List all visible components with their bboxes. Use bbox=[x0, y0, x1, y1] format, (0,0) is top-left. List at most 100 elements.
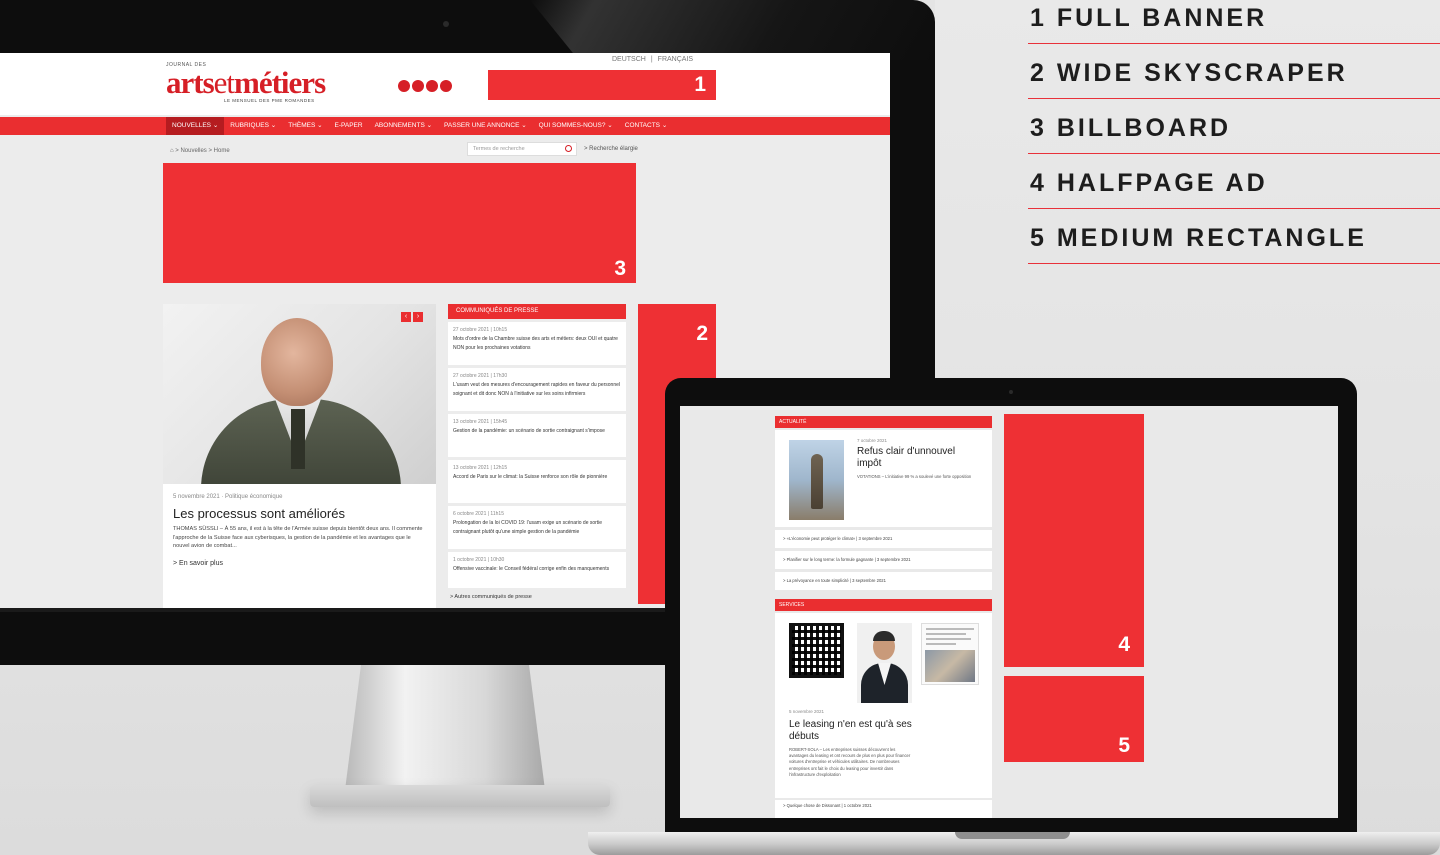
photo-person-tie bbox=[291, 409, 305, 469]
featured-article[interactable]: ‹ › 5 novembre 2021 · Politique économiq… bbox=[163, 304, 436, 608]
legend-item: 1 FULL BANNER bbox=[1028, 0, 1440, 44]
portrait-photo bbox=[857, 623, 912, 703]
legend-label: 3 BILLBOARD bbox=[1030, 114, 1232, 142]
press-text: Mots d'ordre de la Chambre suisse des ar… bbox=[453, 335, 618, 351]
search-placeholder: Termes de recherche bbox=[473, 146, 525, 152]
press-item[interactable]: 13 octobre 2021 | 15h45 Gestion de la pan… bbox=[448, 414, 626, 457]
legend-label: 1 FULL BANNER bbox=[1030, 4, 1268, 32]
legend-item: 5 MEDIUM RECTANGLE bbox=[1028, 209, 1440, 264]
press-date: 13 octobre 2021 | 15h45 bbox=[453, 419, 508, 425]
nav-item-rubriques[interactable]: RUBRIQUES ⌄ bbox=[224, 117, 282, 135]
lang-de-link[interactable]: DEUTSCH bbox=[612, 56, 646, 63]
services-link[interactable]: > Quelque chose de Dissonant | 1 octobre… bbox=[775, 800, 992, 818]
legend-item: 4 HALFPAGE AD bbox=[1028, 154, 1440, 209]
document-thumbnail bbox=[921, 623, 979, 685]
nav-item-qui-sommes-nous[interactable]: QUI SOMMES-NOUS? ⌄ bbox=[533, 117, 619, 135]
actu-link[interactable]: > Planifier sur le long terme: la formul… bbox=[775, 551, 992, 569]
search-icon[interactable] bbox=[565, 145, 572, 152]
ad-format-legend: 1 FULL BANNER 2 WIDE SKYSCRAPER 3 BILLBO… bbox=[1028, 0, 1440, 264]
laptop-notch bbox=[955, 832, 1070, 839]
portrait-hair bbox=[873, 631, 895, 641]
press-date: 6 octobre 2021 | 11h15 bbox=[453, 511, 504, 517]
press-text: L'usam veut des mesures d'encouragement … bbox=[453, 381, 621, 397]
actu-excerpt: VOTATIONS – L'initiative 99 % a soulevé … bbox=[857, 474, 972, 479]
read-more-link[interactable]: > En savoir plus bbox=[173, 560, 223, 567]
press-item[interactable]: 27 octobre 2021 | 17h30 L'usam veut des m… bbox=[448, 368, 626, 411]
press-more-link[interactable]: > Autres communiqués de presse bbox=[448, 594, 626, 600]
monitor-stand bbox=[345, 665, 545, 790]
monitor-foot bbox=[310, 785, 610, 807]
press-item[interactable]: 6 octobre 2021 | 11h15 Prolongation de la… bbox=[448, 506, 626, 549]
slider-prev-button[interactable]: ‹ bbox=[401, 312, 411, 322]
medium-rectangle-ad[interactable]: 5 bbox=[1004, 676, 1144, 762]
actu-link[interactable]: > La prévoyance en toute simplicité | 3 … bbox=[775, 572, 992, 590]
site-logo[interactable]: JOURNAL DES artsetmétiers LE MENSUEL DES… bbox=[166, 62, 326, 103]
logo-tagline: LE MENSUEL DES PME ROMANDES bbox=[224, 98, 315, 103]
nav-item-epaper[interactable]: E-PAPER bbox=[329, 117, 369, 135]
nav-item-abonnements[interactable]: ABONNEMENTS ⌄ bbox=[369, 117, 438, 135]
photo-person-head bbox=[261, 318, 333, 406]
press-date: 13 octobre 2021 | 12h15 bbox=[453, 465, 508, 471]
ad-number-1: 1 bbox=[694, 73, 706, 96]
nav-item-nouvelles[interactable]: NOUVELLES ⌄ bbox=[166, 117, 225, 135]
camera-icon bbox=[443, 21, 449, 27]
language-switch: DEUTSCH | FRANÇAIS bbox=[612, 56, 693, 63]
press-item[interactable]: 27 octobre 2021 | 10h15 Mots d'ordre de l… bbox=[448, 322, 626, 365]
actu-heading: ACTUALITÉ bbox=[775, 416, 992, 428]
search-input[interactable]: Termes de recherche bbox=[467, 142, 577, 156]
slider-next-button[interactable]: › bbox=[413, 312, 423, 322]
ad-number-5: 5 bbox=[1118, 734, 1130, 757]
ad-number-2: 2 bbox=[696, 322, 708, 345]
document-image bbox=[925, 650, 975, 682]
legend-label: 2 WIDE SKYSCRAPER bbox=[1030, 59, 1348, 87]
featured-meta: 5 novembre 2021 · Politique économique bbox=[173, 494, 283, 500]
lang-separator: | bbox=[650, 56, 653, 63]
services-heading: SERVICES bbox=[775, 599, 992, 611]
press-date: 1 octobre 2021 | 10h30 bbox=[453, 557, 505, 563]
press-text: Accord de Paris sur le climat: la Suisse… bbox=[453, 473, 608, 480]
legend-label: 5 MEDIUM RECTANGLE bbox=[1030, 224, 1367, 252]
site-header: JOURNAL DES artsetmétiers LE MENSUEL DES… bbox=[0, 53, 890, 115]
featured-excerpt: THOMAS SÜSSLI – À 55 ans, il est à la tê… bbox=[173, 526, 423, 549]
nav-item-contacts[interactable]: CONTACTS ⌄ bbox=[619, 117, 674, 135]
press-heading: COMMUNIQUÉS DE PRESSE bbox=[448, 304, 626, 319]
nav-item-annonce[interactable]: PASSER UNE ANNONCE ⌄ bbox=[438, 117, 533, 135]
billboard-ad[interactable]: 3 bbox=[163, 163, 636, 283]
actu-title[interactable]: Refus clair d'unnouvel impôt bbox=[857, 446, 982, 469]
press-releases: COMMUNIQUÉS DE PRESSE 27 octobre 2021 | … bbox=[448, 304, 626, 608]
services-excerpt: ROBERT-SOLA – Les entreprises suisses dé… bbox=[789, 747, 911, 777]
laptop-camera-icon bbox=[1009, 390, 1013, 394]
legend-label: 4 HALFPAGE AD bbox=[1030, 169, 1268, 197]
press-item[interactable]: 1 octobre 2021 | 10h30 Offensive vaccinal… bbox=[448, 552, 626, 588]
breadcrumb[interactable]: ⌂ > Nouvelles > Home bbox=[170, 148, 230, 154]
logo-dots-icon bbox=[398, 80, 452, 92]
actu-link[interactable]: > «L'économie peut protéger le climat» |… bbox=[775, 530, 992, 548]
ad-number-3: 3 bbox=[614, 257, 626, 280]
press-item[interactable]: 13 octobre 2021 | 12h15 Accord de Paris s… bbox=[448, 460, 626, 503]
lang-fr-link[interactable]: FRANÇAIS bbox=[658, 56, 693, 63]
laptop-screen: ACTUALITÉ 7 octobre 2021 Refus clair d'u… bbox=[680, 406, 1338, 818]
slider-controls: ‹ › bbox=[401, 312, 423, 322]
press-date: 27 octobre 2021 | 17h30 bbox=[453, 373, 508, 379]
nav-item-themes[interactable]: THÈMES ⌄ bbox=[282, 117, 328, 135]
press-date: 27 octobre 2021 | 10h15 bbox=[453, 327, 508, 333]
halfpage-ad[interactable]: 4 bbox=[1004, 414, 1144, 667]
full-banner-ad[interactable]: 1 bbox=[488, 70, 716, 100]
services-date: 5 novembre 2021 bbox=[789, 709, 825, 714]
press-text: Prolongation de la loi COVID 19: l'usam … bbox=[453, 519, 603, 535]
services-article[interactable]: 5 novembre 2021 Le leasing n'en est qu'à… bbox=[775, 613, 992, 798]
legend-item: 2 WIDE SKYSCRAPER bbox=[1028, 44, 1440, 99]
actu-date: 7 octobre 2021 bbox=[857, 438, 888, 443]
press-text: Gestion de la pandémie: un scénario de s… bbox=[453, 427, 605, 434]
actu-photo bbox=[789, 440, 844, 520]
actu-article[interactable]: 7 octobre 2021 Refus clair d'unnouvel im… bbox=[775, 430, 992, 527]
advanced-search-link[interactable]: > Recherche élargie bbox=[584, 146, 638, 152]
ad-number-4: 4 bbox=[1118, 633, 1130, 656]
qr-code-icon bbox=[789, 623, 844, 678]
press-text: Offensive vaccinale: le Conseil fédéral … bbox=[453, 565, 610, 572]
main-nav: NOUVELLES ⌄ RUBRIQUES ⌄ THÈMES ⌄ E-PAPER… bbox=[0, 117, 890, 135]
services-title[interactable]: Le leasing n'en est qu'à ses débuts bbox=[789, 719, 919, 742]
featured-title[interactable]: Les processus sont améliorés bbox=[173, 506, 345, 521]
featured-photo: ‹ › bbox=[163, 304, 436, 484]
statue-image bbox=[811, 454, 823, 509]
